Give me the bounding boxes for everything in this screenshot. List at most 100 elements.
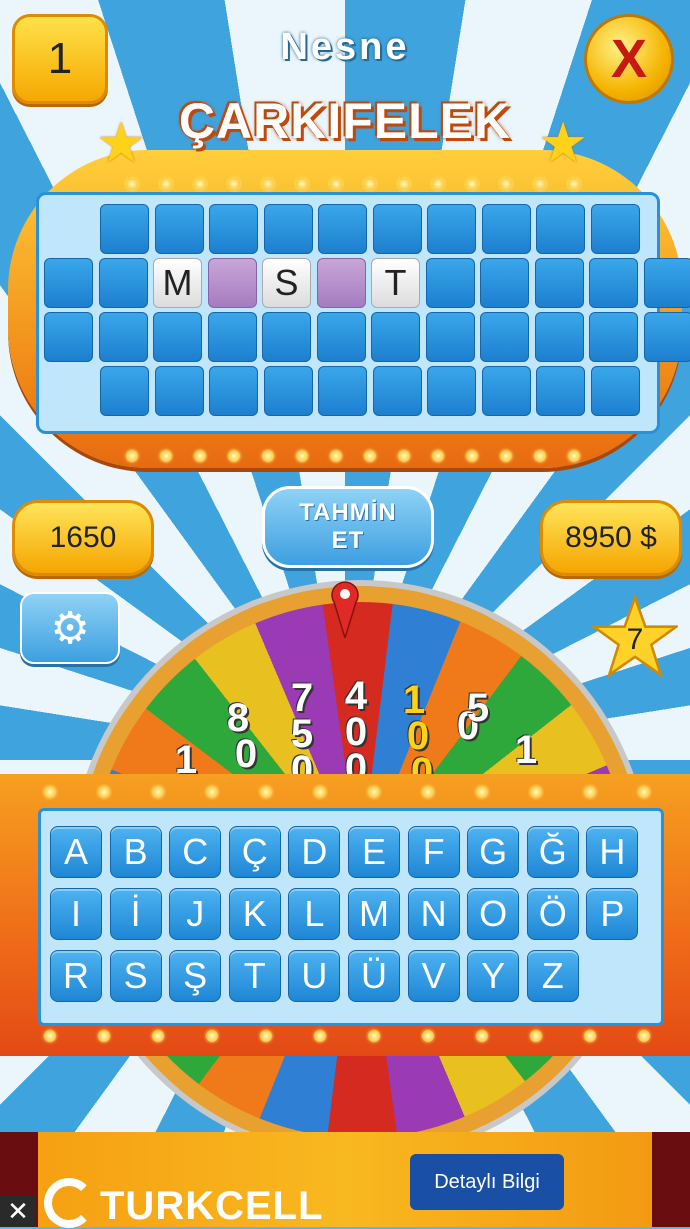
key-letter[interactable]: P bbox=[586, 888, 638, 940]
key-letter[interactable]: A bbox=[50, 826, 102, 878]
light-bulb bbox=[466, 178, 478, 190]
key-letter[interactable]: İ bbox=[110, 888, 162, 940]
board-tile bbox=[155, 204, 204, 254]
wheel-value: 1 bbox=[506, 732, 546, 768]
board-tile bbox=[373, 204, 422, 254]
guess-button-line1: TAHMİN bbox=[299, 499, 397, 527]
key-letter[interactable]: E bbox=[348, 826, 400, 878]
key-letter[interactable]: D bbox=[288, 826, 340, 878]
light-bulb bbox=[160, 450, 172, 462]
key-letter[interactable]: H bbox=[586, 826, 638, 878]
key-letter[interactable]: G bbox=[467, 826, 519, 878]
close-icon: X bbox=[611, 28, 647, 90]
light-bulb bbox=[432, 450, 444, 462]
ad-brand: TURKCELL bbox=[100, 1184, 324, 1229]
wheel-value: 5 bbox=[458, 690, 498, 726]
key-letter[interactable]: T bbox=[229, 950, 281, 1002]
key-letter[interactable]: N bbox=[408, 888, 460, 940]
wheel-value: 1 bbox=[394, 682, 434, 718]
settings-button[interactable]: ⚙ bbox=[20, 592, 120, 664]
wheel-value: 8 bbox=[218, 700, 258, 736]
light-bulb bbox=[364, 178, 376, 190]
light-bulb bbox=[368, 786, 380, 798]
board-tile bbox=[318, 366, 367, 416]
key-letter[interactable]: Z bbox=[527, 950, 579, 1002]
key-letter[interactable]: Ç bbox=[229, 826, 281, 878]
board-tile bbox=[427, 204, 476, 254]
board-tile bbox=[591, 366, 640, 416]
board-tile bbox=[482, 366, 531, 416]
key-letter[interactable]: Y bbox=[467, 950, 519, 1002]
key-letter[interactable]: K bbox=[229, 888, 281, 940]
light-bulb bbox=[364, 450, 376, 462]
wheel-pointer-icon bbox=[331, 580, 359, 638]
light-bulb bbox=[206, 1030, 218, 1042]
star-icon: ★ bbox=[538, 110, 588, 176]
light-bulb bbox=[330, 450, 342, 462]
key-letter[interactable]: J bbox=[169, 888, 221, 940]
board-tile bbox=[44, 258, 93, 308]
close-button[interactable]: X bbox=[584, 14, 674, 104]
key-letter[interactable]: O bbox=[467, 888, 519, 940]
wheel-value: 0 bbox=[398, 718, 438, 754]
board-tile bbox=[589, 312, 638, 362]
key-letter[interactable]: M bbox=[348, 888, 400, 940]
light-bulb bbox=[314, 1030, 326, 1042]
guess-button[interactable]: TAHMİN ET bbox=[262, 486, 434, 568]
level-badge: 1 bbox=[12, 14, 108, 104]
board-tile bbox=[209, 366, 258, 416]
light-bulb bbox=[160, 178, 172, 190]
key-letter[interactable]: Ğ bbox=[527, 826, 579, 878]
board-tile bbox=[535, 312, 584, 362]
key-letter[interactable]: R bbox=[50, 950, 102, 1002]
wheel-value: 5 bbox=[282, 716, 322, 752]
board-tile bbox=[264, 204, 313, 254]
light-bulb bbox=[466, 450, 478, 462]
board-tile bbox=[155, 366, 204, 416]
board-tile bbox=[317, 312, 366, 362]
ad-details-button[interactable]: Detaylı Bilgi bbox=[410, 1154, 564, 1210]
money-value: 8950 $ bbox=[565, 521, 657, 555]
key-letter[interactable]: C bbox=[169, 826, 221, 878]
light-bulb bbox=[432, 178, 444, 190]
key-letter[interactable]: L bbox=[288, 888, 340, 940]
board-tile-blank-space bbox=[317, 258, 366, 308]
key-letter[interactable]: S bbox=[110, 950, 162, 1002]
light-bulb bbox=[500, 178, 512, 190]
key-letter[interactable]: F bbox=[408, 826, 460, 878]
score-display: 1650 bbox=[12, 500, 154, 576]
board-tile bbox=[100, 204, 149, 254]
key-letter[interactable]: I bbox=[50, 888, 102, 940]
key-letter[interactable]: V bbox=[408, 950, 460, 1002]
key-letter[interactable]: U bbox=[288, 950, 340, 1002]
board-tile-letter: M bbox=[153, 258, 202, 308]
board-tile bbox=[536, 366, 585, 416]
wheel-value: 0 bbox=[226, 736, 266, 772]
light-bulb bbox=[152, 1030, 164, 1042]
light-bulb bbox=[422, 1030, 434, 1042]
key-letter[interactable]: B bbox=[110, 826, 162, 878]
light-bulb bbox=[568, 450, 580, 462]
board-tile bbox=[99, 258, 148, 308]
key-letter[interactable]: Ü bbox=[348, 950, 400, 1002]
board-tile bbox=[99, 312, 148, 362]
light-bulb bbox=[296, 450, 308, 462]
money-display: 8950 $ bbox=[540, 500, 682, 576]
light-bulb bbox=[330, 178, 342, 190]
key-letter[interactable]: Ş bbox=[169, 950, 221, 1002]
turkcell-logo-icon bbox=[44, 1178, 94, 1228]
guess-button-line2: ET bbox=[332, 527, 365, 555]
light-bulb bbox=[476, 1030, 488, 1042]
board-tile bbox=[153, 312, 202, 362]
light-bulb bbox=[422, 786, 434, 798]
key-letter[interactable]: Ö bbox=[527, 888, 579, 940]
light-bulb bbox=[534, 450, 546, 462]
ad-close-button[interactable]: ✕ bbox=[0, 1196, 36, 1227]
light-bulb bbox=[568, 178, 580, 190]
light-bulb bbox=[296, 178, 308, 190]
board-tile bbox=[262, 312, 311, 362]
light-bulb bbox=[398, 178, 410, 190]
light-bulb bbox=[126, 178, 138, 190]
board-tile bbox=[427, 366, 476, 416]
light-bulb bbox=[228, 178, 240, 190]
